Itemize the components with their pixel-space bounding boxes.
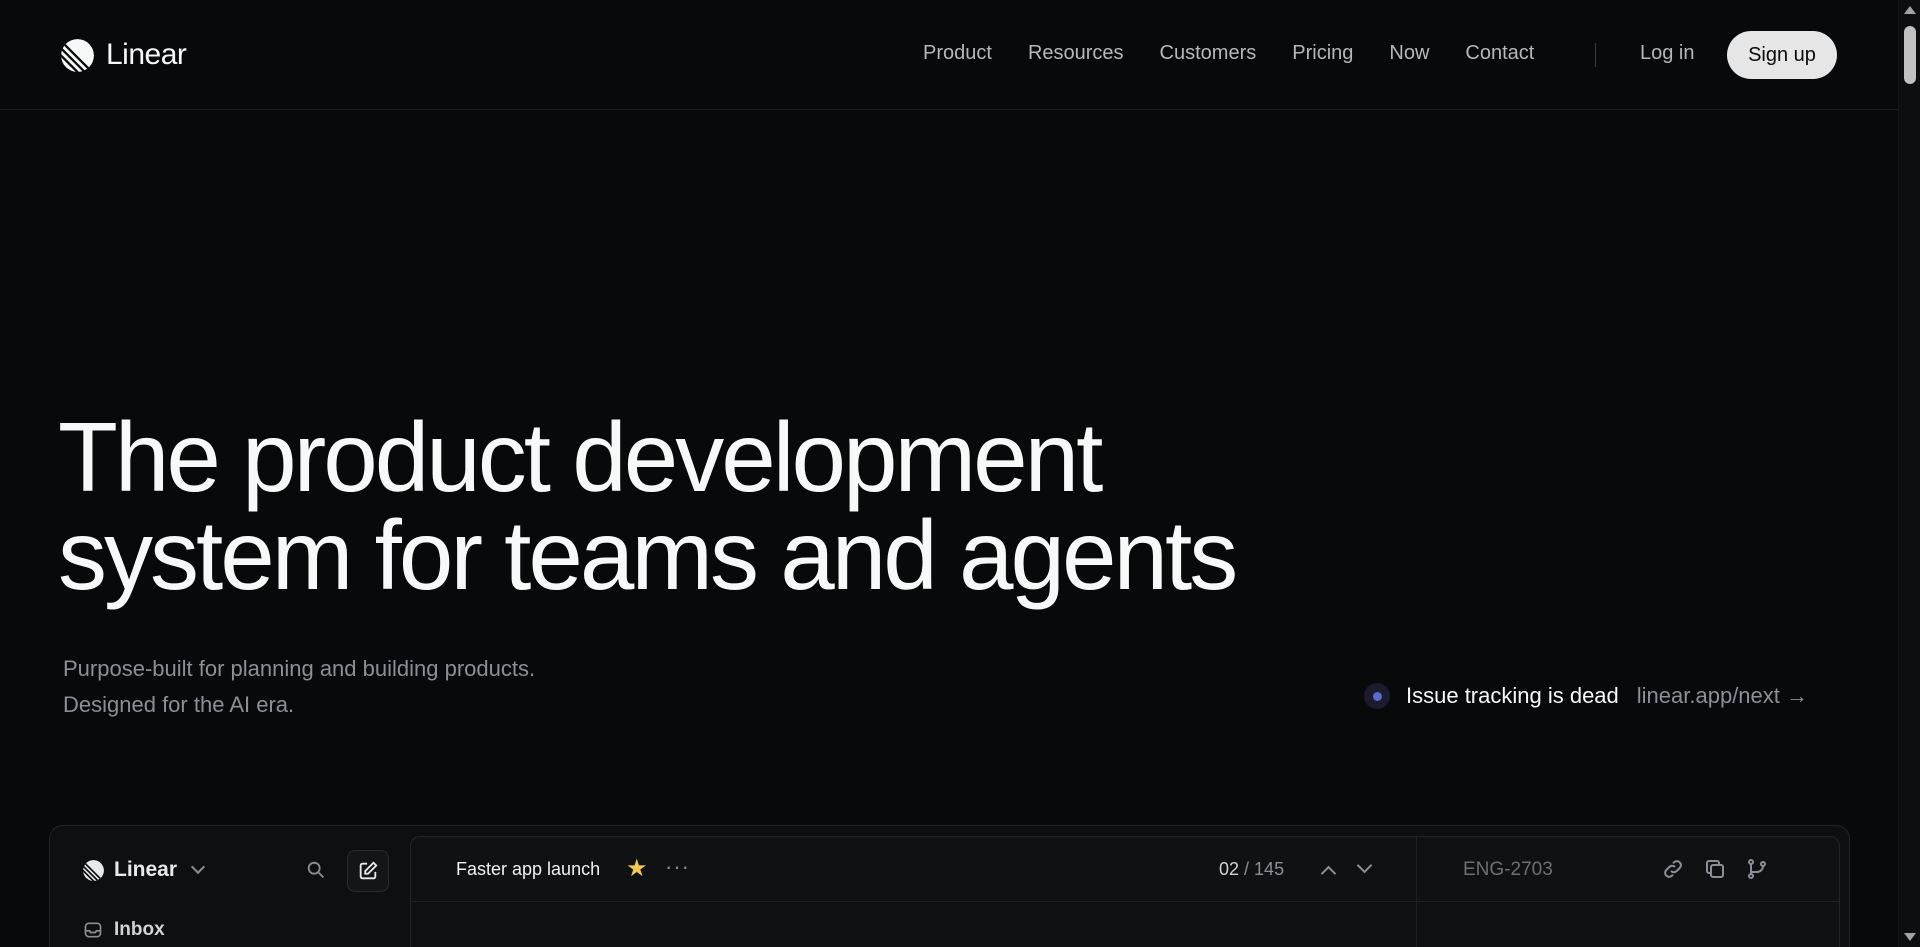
search-icon[interactable] (305, 859, 327, 881)
issue-counter: 02 / 145 (1219, 859, 1284, 880)
hero-subtitle: Purpose-built for planning and building … (63, 651, 663, 723)
new-issue-button[interactable] (347, 850, 389, 892)
announcement-dot-icon (1364, 683, 1390, 709)
announcement-link[interactable]: Issue tracking is dead linear.app/next → (1364, 683, 1808, 709)
git-branch-icon[interactable] (1745, 857, 1769, 881)
nav-link-contact[interactable]: Contact (1465, 42, 1534, 65)
inbox-icon (84, 922, 102, 938)
nav-link-product[interactable]: Product (923, 42, 992, 65)
counter-separator: / (1239, 859, 1255, 879)
announcement-url: linear.app/next → (1636, 683, 1809, 708)
nav-link-pricing[interactable]: Pricing (1292, 42, 1353, 65)
sidebar-item-label: Inbox (114, 919, 165, 940)
hero-title-line-1: The product development (58, 402, 1103, 512)
nav-link-resources[interactable]: Resources (1028, 42, 1124, 65)
page-scrollbar[interactable] (1898, 0, 1920, 947)
linear-logo-icon (83, 859, 104, 881)
login-link[interactable]: Log in (1640, 42, 1695, 65)
brand-name: Linear (106, 38, 187, 71)
chevron-down-icon (190, 859, 206, 875)
chevron-up-icon[interactable] (1320, 865, 1337, 882)
app-sidebar: Linear Inbox (50, 826, 410, 947)
counter-current: 02 (1219, 859, 1240, 879)
sidebar-item-inbox[interactable]: Inbox (83, 919, 165, 941)
scroll-up-icon[interactable] (1904, 6, 1916, 14)
hero-subtitle-line-1: Purpose-built for planning and building … (63, 656, 536, 681)
workspace-switcher[interactable]: Linear (83, 858, 206, 882)
scroll-down-icon[interactable] (1904, 933, 1916, 941)
nav-divider (1595, 43, 1596, 67)
compose-icon (359, 861, 378, 880)
star-icon[interactable]: ★ (626, 857, 648, 881)
hero-title: The product development system for teams… (58, 408, 1318, 604)
issue-id: ENG-2703 (1463, 859, 1553, 880)
linear-logo-icon (61, 38, 94, 72)
counter-total: 145 (1254, 859, 1285, 879)
hero-subtitle-line-2: Designed for the AI era. (63, 692, 295, 717)
announcement-title: Issue tracking is dead (1406, 683, 1619, 708)
workspace-name: Linear (114, 858, 178, 881)
chevron-down-icon[interactable] (1356, 857, 1373, 874)
scrollbar-thumb[interactable] (1904, 26, 1916, 84)
nav-links: Product Resources Customers Pricing Now … (923, 42, 1534, 65)
nav-link-now[interactable]: Now (1389, 42, 1429, 65)
top-nav: Linear Product Resources Customers Prici… (0, 0, 1898, 110)
copy-icon[interactable] (1703, 857, 1727, 881)
panel-divider (1416, 837, 1417, 947)
issue-header: Faster app launch ★ ··· 02 / 145 (411, 837, 1839, 902)
link-icon[interactable] (1661, 857, 1685, 881)
nav-link-customers[interactable]: Customers (1160, 42, 1257, 65)
signup-button[interactable]: Sign up (1727, 31, 1837, 79)
brand-logo-link[interactable]: Linear (61, 38, 187, 72)
hero-title-line-2: system for teams and agents (58, 500, 1238, 610)
issue-title[interactable]: Faster app launch (456, 859, 600, 880)
issue-panel: Faster app launch ★ ··· 02 / 145 ENG-270… (410, 836, 1840, 947)
more-options-icon[interactable]: ··· (665, 854, 690, 880)
app-preview: Linear Inbox Faster app launch ★ ··· 02 … (49, 825, 1850, 947)
